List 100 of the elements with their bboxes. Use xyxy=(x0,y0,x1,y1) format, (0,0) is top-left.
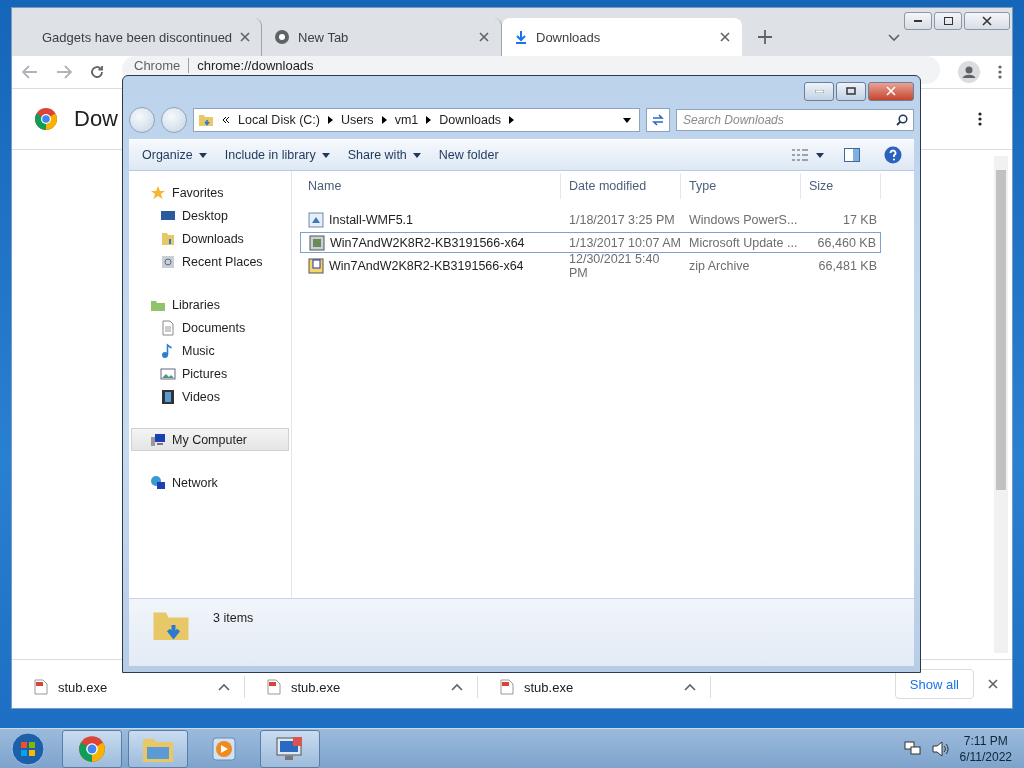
page-title: Dow xyxy=(74,106,118,132)
browser-tab[interactable]: Downloads xyxy=(502,18,742,56)
column-header[interactable]: Size xyxy=(801,173,881,199)
command-button[interactable]: Include in library xyxy=(217,144,337,166)
column-header[interactable]: Type xyxy=(681,173,801,199)
download-item[interactable]: stub.exe xyxy=(245,676,478,698)
breadcrumb-item[interactable]: Downloads xyxy=(439,113,502,127)
close-icon xyxy=(720,32,730,42)
speaker-icon xyxy=(931,740,950,757)
size-cell-text: 17 KB xyxy=(841,211,878,229)
pane-icon xyxy=(844,148,860,162)
clock[interactable]: 7:11 PM 6/11/2022 xyxy=(959,732,1012,765)
file-name-cell[interactable]: Install-WMF5.1 xyxy=(300,209,561,230)
chrome-logo-icon xyxy=(34,107,58,131)
reload-button[interactable] xyxy=(90,65,104,79)
download-item[interactable]: stub.exe xyxy=(478,676,711,698)
script-file-icon xyxy=(308,211,324,228)
nav-item[interactable]: Recent Places xyxy=(131,250,289,273)
nav-item[interactable]: Downloads xyxy=(131,227,289,250)
maximize-button[interactable] xyxy=(934,12,962,30)
chevron-up-icon xyxy=(218,683,230,691)
more-vertical-icon xyxy=(998,65,1002,79)
chevron-up-icon xyxy=(451,683,463,691)
size-cell-text: 66,481 KB xyxy=(817,257,878,275)
column-header[interactable]: Date modified xyxy=(561,173,681,199)
nav-item[interactable]: My Computer xyxy=(131,428,289,451)
download-icon xyxy=(514,30,528,44)
preview-pane-button[interactable] xyxy=(844,148,860,162)
nav-item[interactable]: Desktop xyxy=(131,204,289,227)
tab-search-button[interactable] xyxy=(888,34,900,42)
menu-button[interactable] xyxy=(998,65,1002,79)
command-button[interactable]: Share with xyxy=(340,144,428,166)
nav-item[interactable]: Pictures xyxy=(131,362,289,385)
nav-item[interactable]: Network xyxy=(131,471,289,494)
close-tab-button[interactable] xyxy=(479,32,489,42)
file-name: stub.exe xyxy=(524,679,575,695)
command-button[interactable]: Organize xyxy=(135,144,214,166)
help-icon xyxy=(884,146,902,164)
picture-icon xyxy=(160,365,176,382)
type-cell: Microsoft Update ... xyxy=(681,232,801,253)
tab-title: Downloads xyxy=(536,29,602,45)
profile-button[interactable] xyxy=(958,61,980,83)
file-icon xyxy=(500,679,514,695)
taskbar-app-button[interactable] xyxy=(128,729,188,768)
column-header[interactable]: Name xyxy=(300,173,561,199)
nav-item[interactable]: Favorites xyxy=(131,181,289,204)
breadcrumb-item[interactable]: vm1 xyxy=(394,113,419,127)
new-tab-button[interactable] xyxy=(758,30,772,44)
close-shelf-button[interactable] xyxy=(988,679,998,689)
date-cell-text: 1/18/2017 3:25 PM xyxy=(568,211,676,229)
scrollbar[interactable] xyxy=(994,156,1008,653)
archive-icon xyxy=(308,257,324,274)
view-options-button[interactable] xyxy=(792,149,824,161)
download-item[interactable]: stub.exe xyxy=(12,676,245,698)
file-name: stub.exe xyxy=(58,679,109,695)
nav-label: Recent Places xyxy=(182,254,263,269)
close-window-button[interactable] xyxy=(868,81,914,101)
nav-item[interactable]: Libraries xyxy=(131,293,289,316)
windows-orb-icon xyxy=(11,731,45,766)
nav-label: Network xyxy=(172,475,218,490)
nav-item[interactable]: Music xyxy=(131,339,289,362)
help-button[interactable] xyxy=(884,146,902,164)
refresh-button[interactable] xyxy=(646,108,670,132)
command-button[interactable]: New folder xyxy=(431,144,506,166)
breadcrumb-item[interactable]: Local Disk (C:) xyxy=(238,113,320,127)
close-tab-button[interactable] xyxy=(240,32,251,42)
nav-label: Downloads xyxy=(182,231,244,246)
clock-date: 6/11/2022 xyxy=(959,748,1012,765)
file-name-cell[interactable]: Win7AndW2K8R2-KB3191566-x64 xyxy=(300,255,561,276)
taskbar-app-button[interactable] xyxy=(62,729,122,768)
menu-button[interactable] xyxy=(978,112,982,126)
close-icon xyxy=(988,679,998,689)
file-name-cell[interactable]: Win7AndW2K8R2-KB3191566-x64 xyxy=(300,232,561,253)
film-icon xyxy=(160,388,176,405)
monitor-icon xyxy=(275,734,305,763)
star-icon xyxy=(150,184,166,201)
maximize-button[interactable] xyxy=(836,81,866,101)
nav-item[interactable]: Documents xyxy=(131,316,289,339)
minimize-button[interactable] xyxy=(904,12,932,30)
network-icon xyxy=(150,474,166,491)
chrome-logo-icon xyxy=(78,734,106,763)
date-cell-text: 12/30/2021 5:40 PM xyxy=(568,255,661,276)
search-field[interactable]: Search Downloads xyxy=(676,109,914,131)
taskbar-app-button[interactable] xyxy=(260,729,320,768)
caret-icon xyxy=(509,116,515,124)
close-window-button[interactable] xyxy=(964,12,1010,30)
folder-icon xyxy=(160,230,176,247)
plus-icon xyxy=(758,30,772,44)
folder-icon xyxy=(198,112,214,128)
chevron-down-icon xyxy=(888,34,900,42)
document-icon xyxy=(160,319,176,336)
nav-label: Desktop xyxy=(182,208,228,223)
nav-label: Videos xyxy=(182,389,220,404)
show-all-button[interactable]: Show all xyxy=(894,669,974,699)
search-icon xyxy=(896,114,908,126)
breadcrumb-item[interactable]: Users xyxy=(340,113,374,127)
address-bar[interactable]: Local Disk (C:) Users vm1 Downloads xyxy=(193,108,640,132)
close-tab-button[interactable] xyxy=(720,32,730,42)
start-button[interactable] xyxy=(8,730,48,767)
nav-item[interactable]: Videos xyxy=(131,385,289,408)
